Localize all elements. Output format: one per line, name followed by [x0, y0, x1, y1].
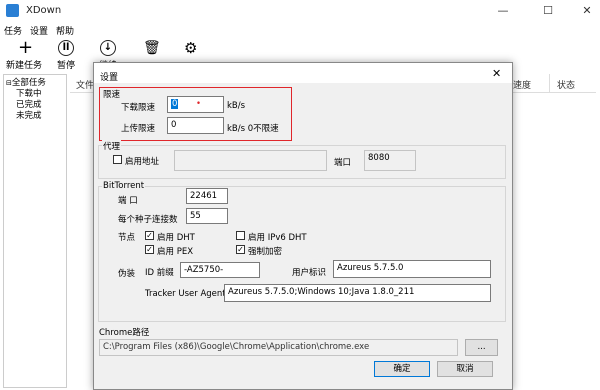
- menu-help[interactable]: 帮助: [56, 24, 74, 37]
- bt-port-label: 端 口: [118, 196, 138, 206]
- upload-limit-label: 上传限速: [121, 124, 156, 134]
- settings-button[interactable]: ⚙: [182, 39, 202, 62]
- column-speed[interactable]: 速度: [513, 78, 531, 91]
- minimize-button[interactable]: —: [496, 4, 510, 18]
- menu-bar: [0, 22, 600, 38]
- dialog-close-button[interactable]: ✕: [492, 67, 501, 80]
- plus-icon: +: [18, 37, 34, 58]
- proxy-address-input[interactable]: [174, 150, 327, 171]
- tracker-user-agent-input[interactable]: Azureus 5.7.5.0;Windows 10;Java 1.8.0_21…: [224, 284, 491, 302]
- force-encryption-label: 强制加密: [248, 247, 283, 257]
- disguise-label: 伪装: [118, 269, 136, 279]
- dialog-title-bar: [94, 63, 512, 83]
- chrome-path-input[interactable]: C:\Program Files (x86)\Google\Chrome\App…: [99, 339, 458, 356]
- cancel-button[interactable]: 取消: [437, 361, 493, 377]
- id-prefix-label: ID 前缀: [145, 268, 174, 278]
- proxy-port-label: 端口: [334, 158, 352, 168]
- gear-icon: ⚙: [184, 39, 198, 57]
- proxy-port-input[interactable]: 8080: [364, 150, 416, 171]
- app-title: XDown: [26, 5, 62, 16]
- force-encryption-checkbox[interactable]: ✓: [236, 245, 245, 254]
- enable-dht-checkbox[interactable]: ✓: [145, 231, 154, 240]
- column-separator: [549, 74, 550, 92]
- speed-limit-group-label: 限速: [103, 90, 121, 100]
- enable-pex-label: 启用 PEX: [157, 247, 194, 257]
- delete-task-button[interactable]: 🗑: [140, 40, 161, 62]
- bittorrent-group-label: BitTorrent: [102, 181, 146, 191]
- pause-icon: ll: [58, 40, 74, 56]
- close-button[interactable]: ✕: [580, 4, 594, 18]
- enable-ipv6-dht-label: 启用 IPv6 DHT: [248, 233, 307, 243]
- upload-limit-unit-note: kB/s 0不限速: [227, 124, 279, 134]
- download-limit-input[interactable]: 0 •: [167, 96, 224, 113]
- app-icon: [6, 4, 19, 17]
- node-label: 节点: [118, 233, 136, 243]
- settings-dialog: 设置 ✕ 限速 下载限速 0 • kB/s 上传限速 0 kB/s 0不限速 代…: [93, 62, 513, 390]
- ok-button[interactable]: 确定: [374, 361, 430, 377]
- cursor-marker: •: [196, 99, 202, 109]
- maximize-button[interactable]: ☐: [541, 4, 555, 18]
- download-limit-unit: kB/s: [227, 101, 246, 111]
- id-prefix-input[interactable]: -AZ5750-: [180, 262, 260, 278]
- user-agent-input[interactable]: Azureus 5.7.5.0: [333, 260, 491, 278]
- download-icon: ↓: [100, 40, 116, 56]
- upload-limit-input[interactable]: 0: [167, 117, 224, 134]
- bt-port-input[interactable]: 22461: [186, 188, 228, 204]
- menu-settings[interactable]: 设置: [30, 24, 48, 37]
- menu-task[interactable]: 任务: [4, 24, 22, 37]
- toolbar-label: 暂停: [57, 61, 76, 71]
- tree-item-incomplete[interactable]: 未完成: [16, 109, 42, 121]
- trash-icon: 🗑: [143, 40, 161, 56]
- title-bar: [0, 0, 600, 22]
- dialog-title: 设置: [100, 73, 119, 83]
- browse-button[interactable]: ...: [465, 339, 498, 356]
- column-file[interactable]: 文件: [76, 78, 94, 91]
- enable-proxy-label: 启用地址: [125, 157, 160, 167]
- enable-dht-label: 启用 DHT: [157, 233, 195, 243]
- column-status[interactable]: 状态: [557, 78, 575, 91]
- download-limit-label: 下载限速: [121, 103, 156, 113]
- user-agent-label: 用户标识: [292, 268, 327, 278]
- connections-per-torrent-input[interactable]: 55: [186, 208, 228, 224]
- pause-button[interactable]: ll 暂停: [55, 40, 79, 71]
- new-task-button[interactable]: + 新建任务: [6, 37, 46, 72]
- enable-pex-checkbox[interactable]: ✓: [145, 245, 154, 254]
- enable-ipv6-dht-checkbox[interactable]: [236, 231, 245, 240]
- category-tree: [3, 74, 67, 388]
- tracker-user-agent-label: Tracker User Agent: [145, 289, 226, 299]
- proxy-group-label: 代理: [102, 140, 122, 152]
- enable-proxy-checkbox[interactable]: [113, 155, 122, 164]
- connections-per-torrent-label: 每个种子连接数: [118, 215, 178, 225]
- toolbar-label: 新建任务: [6, 61, 43, 71]
- chrome-path-label: Chrome路径: [99, 328, 150, 338]
